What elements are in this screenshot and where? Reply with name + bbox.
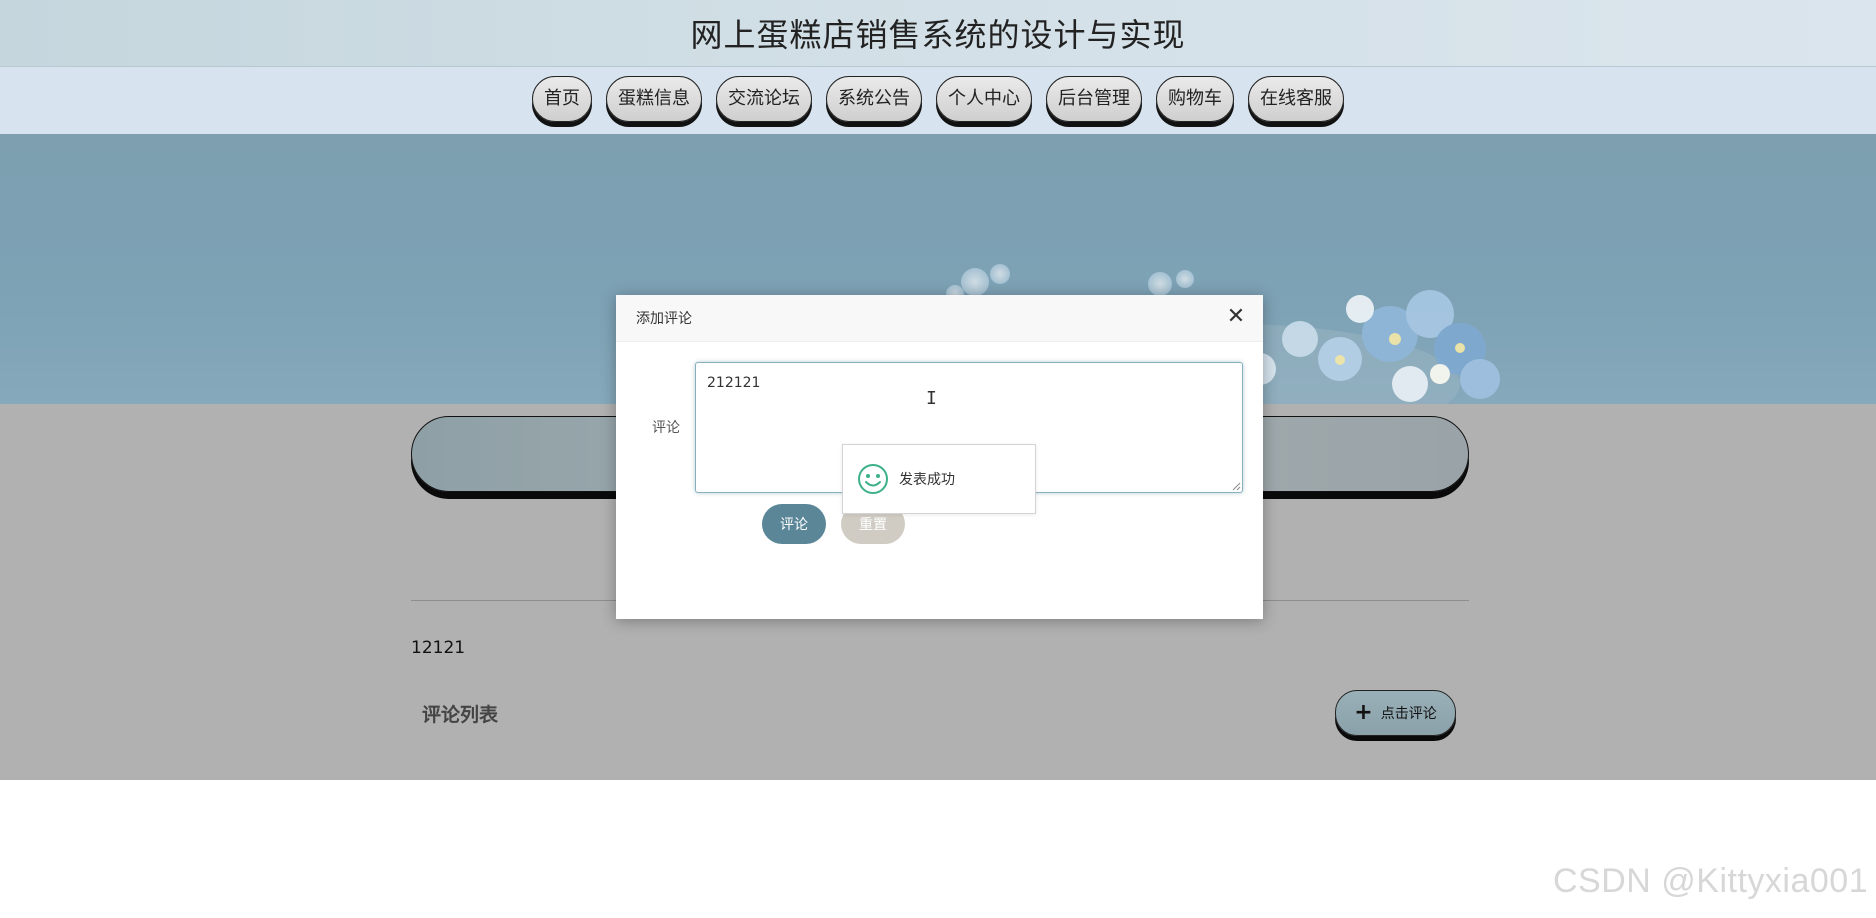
text-cursor-icon: I: [926, 388, 937, 409]
success-toast: 发表成功: [842, 444, 1036, 514]
smile-icon: [858, 464, 888, 494]
comment-field-label: 评论: [652, 420, 680, 436]
close-icon[interactable]: ✕: [1225, 306, 1247, 328]
submit-comment-button[interactable]: 评论: [762, 504, 826, 544]
toast-message: 发表成功: [899, 472, 955, 488]
watermark: CSDN @Kittyxia001: [1553, 862, 1869, 900]
resize-handle-icon[interactable]: [1231, 481, 1241, 491]
dialog-header: 添加评论 ✕: [616, 295, 1263, 342]
dialog-title: 添加评论: [636, 311, 692, 327]
